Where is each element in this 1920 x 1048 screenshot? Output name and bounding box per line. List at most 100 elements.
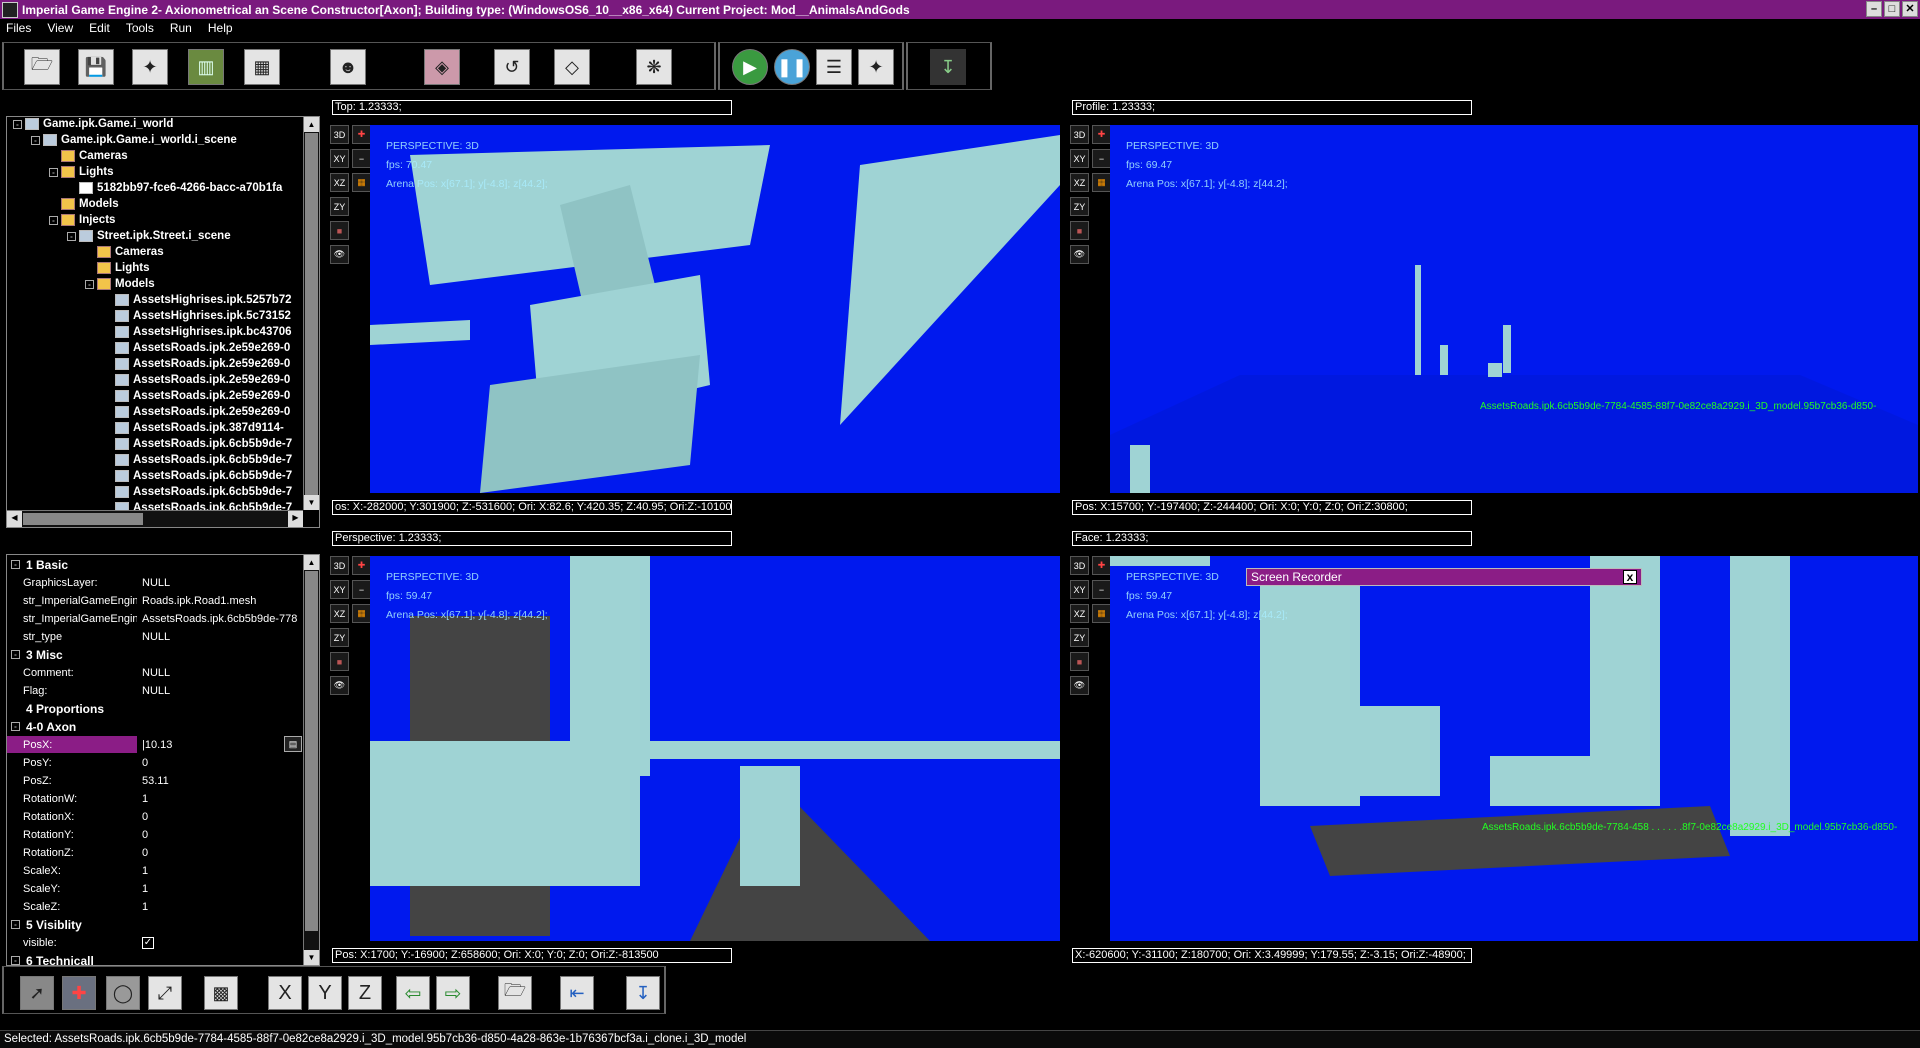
scroll-up-icon[interactable]: ▲	[304, 555, 319, 570]
view-zy-button[interactable]: ZY	[1070, 197, 1089, 216]
eye-icon[interactable]: 👁	[1070, 676, 1089, 695]
property-row[interactable]: RotationX: 0	[7, 808, 307, 825]
property-value[interactable]: |10.13	[137, 739, 307, 751]
property-row[interactable]: Flag: NULL	[7, 682, 307, 699]
tree-item[interactable]: AssetsRoads.ipk.2e59e269-0	[103, 388, 290, 404]
open-folder-icon[interactable]: 🗁	[24, 49, 60, 85]
property-row[interactable]: RotationZ: 0	[7, 844, 307, 861]
property-value[interactable]: NULL	[137, 631, 307, 643]
minimize-button[interactable]: –	[1866, 1, 1882, 17]
property-value[interactable]: 0	[137, 811, 307, 823]
property-section[interactable]: 4 Proportions	[7, 700, 104, 717]
menu-run[interactable]: Run	[170, 21, 192, 35]
select-arrow-icon[interactable]: ➚	[20, 976, 54, 1010]
section-expander-icon[interactable]: -	[11, 920, 20, 929]
remove-icon[interactable]: −	[352, 580, 371, 599]
view-3d-button[interactable]: 3D	[330, 556, 349, 575]
tree-item[interactable]: AssetsRoads.ipk.6cb5b9de-7	[103, 452, 292, 468]
tree-horizontal-scrollbar[interactable]: ◀ ▶	[7, 510, 303, 527]
menu-help[interactable]: Help	[208, 21, 233, 35]
add-folder-icon[interactable]: 🗁	[498, 976, 532, 1010]
scale-arrows-icon[interactable]: ⤢	[148, 976, 182, 1010]
tree-expander-icon[interactable]: -	[13, 119, 22, 129]
menu-tools[interactable]: Tools	[126, 21, 154, 35]
render-mode-icon[interactable]: ■	[330, 221, 349, 240]
tree-item[interactable]: AssetsRoads.ipk.2e59e269-0	[103, 340, 290, 356]
tree-item[interactable]: Cameras	[49, 148, 128, 164]
view-zy-button[interactable]: ZY	[1070, 628, 1089, 647]
layers-icon[interactable]: ☰	[816, 49, 852, 85]
view-xy-button[interactable]: XY	[1070, 149, 1089, 168]
property-value[interactable]: 0	[137, 847, 307, 859]
property-value[interactable]: 0	[137, 757, 307, 769]
tree-item[interactable]: AssetsRoads.ipk.387d9114-	[103, 420, 284, 436]
align-horizontal-icon[interactable]: ⇤	[560, 976, 594, 1010]
property-row[interactable]: RotationW: 1	[7, 790, 307, 807]
scroll-down-icon[interactable]: ▼	[304, 495, 319, 510]
property-value[interactable]: NULL	[137, 685, 307, 697]
property-row[interactable]: PosY: 0	[7, 754, 307, 771]
view-xz-button[interactable]: XZ	[1070, 604, 1089, 623]
scroll-thumb[interactable]	[23, 513, 143, 525]
tree-expander-icon[interactable]: -	[31, 135, 40, 145]
screen-recorder-window[interactable]: Screen Recorder x	[1246, 568, 1642, 586]
tree-item[interactable]: Lights	[85, 260, 150, 276]
sphere-icon[interactable]: ◯	[106, 976, 140, 1010]
section-expander-icon[interactable]: -	[11, 560, 20, 569]
section-expander-icon[interactable]	[11, 704, 20, 713]
remove-icon[interactable]: −	[1092, 149, 1111, 168]
property-value[interactable]: 53.11	[137, 775, 307, 787]
property-row[interactable]: ScaleX: 1	[7, 862, 307, 879]
z-axis-icon[interactable]: Z	[348, 976, 382, 1010]
tree-expander-icon[interactable]: -	[67, 231, 76, 241]
theater-masks-icon[interactable]: ☻	[330, 49, 366, 85]
view-xy-button[interactable]: XY	[330, 580, 349, 599]
add-icon[interactable]: ✚	[1092, 556, 1111, 575]
menu-files[interactable]: Files	[6, 21, 31, 35]
remove-icon[interactable]: −	[352, 149, 371, 168]
eye-icon[interactable]: 👁	[330, 676, 349, 695]
eye-icon[interactable]: 👁	[330, 245, 349, 264]
property-row[interactable]: Comment: NULL	[7, 664, 307, 681]
tree-item[interactable]: Cameras	[85, 244, 164, 260]
y-axis-icon[interactable]: Y	[308, 976, 342, 1010]
tree-item[interactable]: Models	[49, 196, 119, 212]
tree-expander-icon[interactable]: -	[49, 215, 58, 225]
tree-expander-icon[interactable]: -	[85, 279, 94, 289]
menu-view[interactable]: View	[47, 21, 73, 35]
property-row[interactable]: visible: ✓	[7, 934, 307, 951]
screen-recorder-close-button[interactable]: x	[1623, 570, 1637, 584]
align-vertical-icon[interactable]: ↧	[626, 976, 660, 1010]
maximize-button[interactable]: □	[1884, 1, 1900, 17]
chart-icon[interactable]: ▥	[188, 49, 224, 85]
view-xz-button[interactable]: XZ	[330, 173, 349, 192]
tree-item[interactable]: - Lights	[49, 164, 114, 180]
scroll-down-icon[interactable]: ▼	[304, 950, 319, 965]
tree-item[interactable]: AssetsRoads.ipk.2e59e269-0	[103, 404, 290, 420]
redo-arrow-icon[interactable]: ⇨	[436, 976, 470, 1010]
render-mode-icon[interactable]: ■	[330, 652, 349, 671]
property-row[interactable]: ScaleY: 1	[7, 880, 307, 897]
property-value[interactable]: AssetsRoads.ipk.6cb5b9de-778	[137, 613, 307, 625]
view-xy-button[interactable]: XY	[1070, 580, 1089, 599]
view-zy-button[interactable]: ZY	[330, 628, 349, 647]
tree-item[interactable]: - Injects	[49, 212, 115, 228]
render-mode-icon[interactable]: ■	[1070, 221, 1089, 240]
grid-icon[interactable]: ▦	[352, 173, 371, 192]
section-expander-icon[interactable]: -	[11, 650, 20, 659]
remove-icon[interactable]: −	[1092, 580, 1111, 599]
property-row[interactable]: str_type NULL	[7, 628, 307, 645]
tree-item[interactable]: AssetsRoads.ipk.2e59e269-0	[103, 372, 290, 388]
property-section[interactable]: -1 Basic	[7, 556, 68, 573]
view-3d-button[interactable]: 3D	[1070, 125, 1089, 144]
property-row[interactable]: PosZ: 53.11	[7, 772, 307, 789]
tree-item[interactable]: 5182bb97-fce6-4266-bacc-a70b1fa	[67, 180, 282, 196]
tree-item[interactable]: AssetsRoads.ipk.6cb5b9de-7	[103, 468, 292, 484]
property-row[interactable]: ScaleZ: 1	[7, 898, 307, 915]
save-disk-icon[interactable]: 💾	[78, 49, 114, 85]
viewport-3d[interactable]: PERSPECTIVE: 3D fps: 70.47 Arena Pos: x[67…	[370, 125, 1060, 493]
tree-item[interactable]: AssetsHighrises.ipk.5257b72	[103, 292, 292, 308]
property-row[interactable]: PosX: |10.13	[7, 736, 307, 753]
eye-icon[interactable]: 👁	[1070, 245, 1089, 264]
nemo-icon[interactable]: ◈	[424, 49, 460, 85]
